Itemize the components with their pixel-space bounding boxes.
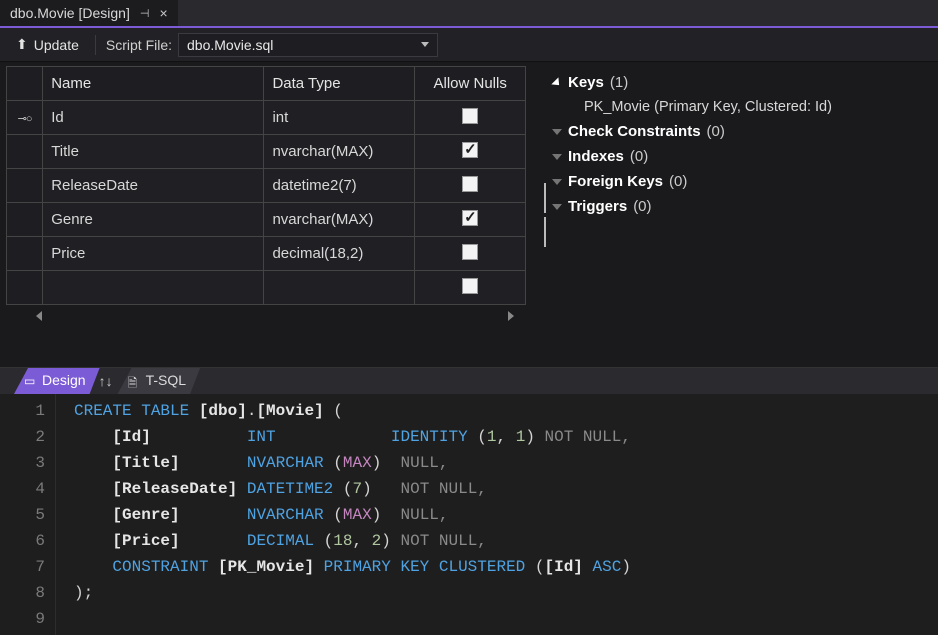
- triggers-count: (0): [633, 198, 651, 215]
- check-constraints-node[interactable]: Check Constraints (0): [554, 119, 928, 144]
- indexes-label: Indexes: [568, 148, 624, 165]
- col-name[interactable]: [43, 271, 264, 305]
- expand-icon: [551, 77, 562, 88]
- triggers-label: Triggers: [568, 198, 627, 215]
- splitter-handle: [544, 183, 546, 213]
- table-row[interactable]: ReleaseDate datetime2(7): [7, 169, 526, 203]
- tab-tsql-label: T-SQL: [146, 372, 186, 388]
- check-count: (0): [707, 123, 725, 140]
- indexes-count: (0): [630, 148, 648, 165]
- upload-icon: ⬆: [16, 36, 28, 53]
- properties-panel: Keys (1) PK_Movie (Primary Key, Clustere…: [550, 62, 938, 367]
- table-row[interactable]: Price decimal(18,2): [7, 237, 526, 271]
- expand-icon: [552, 129, 562, 135]
- splitter-handle: [544, 217, 546, 247]
- expand-icon: [552, 154, 562, 160]
- col-name[interactable]: Title: [43, 135, 264, 169]
- col-type[interactable]: int: [264, 101, 415, 135]
- allow-nulls-checkbox[interactable]: [462, 176, 478, 192]
- col-name[interactable]: Genre: [43, 203, 264, 237]
- code-content[interactable]: CREATE TABLE [dbo].[Movie] ( [Id] INT ID…: [56, 394, 938, 635]
- tab-tsql[interactable]: 🗎 T-SQL: [118, 368, 200, 394]
- designer-tabs: ▭ Design ↑↓ 🗎 T-SQL: [0, 368, 938, 394]
- table-row[interactable]: Title nvarchar(MAX): [7, 135, 526, 169]
- table-row[interactable]: ⊸○ Id int: [7, 101, 526, 135]
- col-type[interactable]: decimal(18,2): [264, 237, 415, 271]
- scroll-right-icon: [508, 311, 514, 321]
- key-item[interactable]: PK_Movie (Primary Key, Clustered: Id): [554, 95, 928, 119]
- col-type[interactable]: datetime2(7): [264, 169, 415, 203]
- table-row[interactable]: Genre nvarchar(MAX): [7, 203, 526, 237]
- fks-label: Foreign Keys: [568, 173, 663, 190]
- allow-nulls-checkbox[interactable]: [462, 210, 478, 226]
- columns-table[interactable]: Name Data Type Allow Nulls ⊸○ Id int Tit…: [6, 66, 526, 305]
- fks-count: (0): [669, 173, 687, 190]
- allow-nulls-checkbox[interactable]: [462, 108, 478, 124]
- chevron-down-icon: [421, 42, 429, 47]
- allow-nulls-checkbox[interactable]: [462, 142, 478, 158]
- horizontal-scroll[interactable]: [36, 311, 514, 321]
- sql-icon: 🗎: [128, 374, 138, 395]
- line-number: 9: [0, 606, 45, 632]
- keys-node[interactable]: Keys (1): [554, 70, 928, 95]
- pk-header: [7, 67, 43, 101]
- keys-label: Keys: [568, 74, 604, 91]
- sql-editor[interactable]: 1 2 3 4 5 6 7 8 9 CREATE TABLE [dbo].[Mo…: [0, 394, 938, 635]
- expand-icon: [552, 204, 562, 210]
- indexes-node[interactable]: Indexes (0): [554, 144, 928, 169]
- document-tab[interactable]: dbo.Movie [Design] ⊣ ×: [0, 0, 178, 26]
- line-number: 7: [0, 554, 45, 580]
- line-number: 6: [0, 528, 45, 554]
- expand-icon: [552, 179, 562, 185]
- line-number: 8: [0, 580, 45, 606]
- primary-key-icon: ⊸○: [18, 112, 32, 125]
- line-number: 2: [0, 424, 45, 450]
- scroll-left-icon: [36, 311, 42, 321]
- triggers-node[interactable]: Triggers (0): [554, 194, 928, 219]
- script-file-label: Script File:: [106, 37, 172, 53]
- col-name[interactable]: Id: [43, 101, 264, 135]
- line-gutter: 1 2 3 4 5 6 7 8 9: [0, 394, 56, 635]
- col-type[interactable]: nvarchar(MAX): [264, 203, 415, 237]
- allow-nulls-checkbox[interactable]: [462, 278, 478, 294]
- script-file-dropdown[interactable]: dbo.Movie.sql: [178, 33, 438, 57]
- design-icon: ▭: [24, 374, 35, 388]
- document-tab-title: dbo.Movie [Design]: [10, 5, 130, 21]
- line-number: 4: [0, 476, 45, 502]
- line-number: 5: [0, 502, 45, 528]
- table-row[interactable]: [7, 271, 526, 305]
- allow-nulls-checkbox[interactable]: [462, 244, 478, 260]
- line-number: 3: [0, 450, 45, 476]
- close-icon[interactable]: ×: [159, 5, 167, 21]
- foreign-keys-node[interactable]: Foreign Keys (0): [554, 169, 928, 194]
- type-header: Data Type: [264, 67, 415, 101]
- columns-grid: Name Data Type Allow Nulls ⊸○ Id int Tit…: [0, 62, 540, 367]
- key-item-label: PK_Movie (Primary Key, Clustered: Id): [584, 99, 832, 115]
- update-label: Update: [34, 37, 79, 53]
- check-label: Check Constraints: [568, 123, 701, 140]
- keys-count: (1): [610, 74, 628, 91]
- designer-toolbar: ⬆ Update Script File: dbo.Movie.sql: [0, 28, 938, 62]
- pin-icon[interactable]: ⊣: [140, 7, 150, 20]
- col-name[interactable]: Price: [43, 237, 264, 271]
- tab-design[interactable]: ▭ Design: [14, 368, 100, 394]
- name-header: Name: [43, 67, 264, 101]
- table-header-row: Name Data Type Allow Nulls: [7, 67, 526, 101]
- tab-design-label: Design: [42, 372, 86, 388]
- script-file-value: dbo.Movie.sql: [187, 37, 273, 53]
- update-button[interactable]: ⬆ Update: [10, 34, 85, 55]
- design-surface: Name Data Type Allow Nulls ⊸○ Id int Tit…: [0, 62, 938, 368]
- col-name[interactable]: ReleaseDate: [43, 169, 264, 203]
- document-tab-bar: dbo.Movie [Design] ⊣ ×: [0, 0, 938, 28]
- col-type[interactable]: nvarchar(MAX): [264, 135, 415, 169]
- toolbar-divider: [95, 35, 96, 55]
- nulls-header: Allow Nulls: [415, 67, 526, 101]
- pane-splitter[interactable]: [540, 62, 550, 367]
- line-number: 1: [0, 398, 45, 424]
- col-type[interactable]: [264, 271, 415, 305]
